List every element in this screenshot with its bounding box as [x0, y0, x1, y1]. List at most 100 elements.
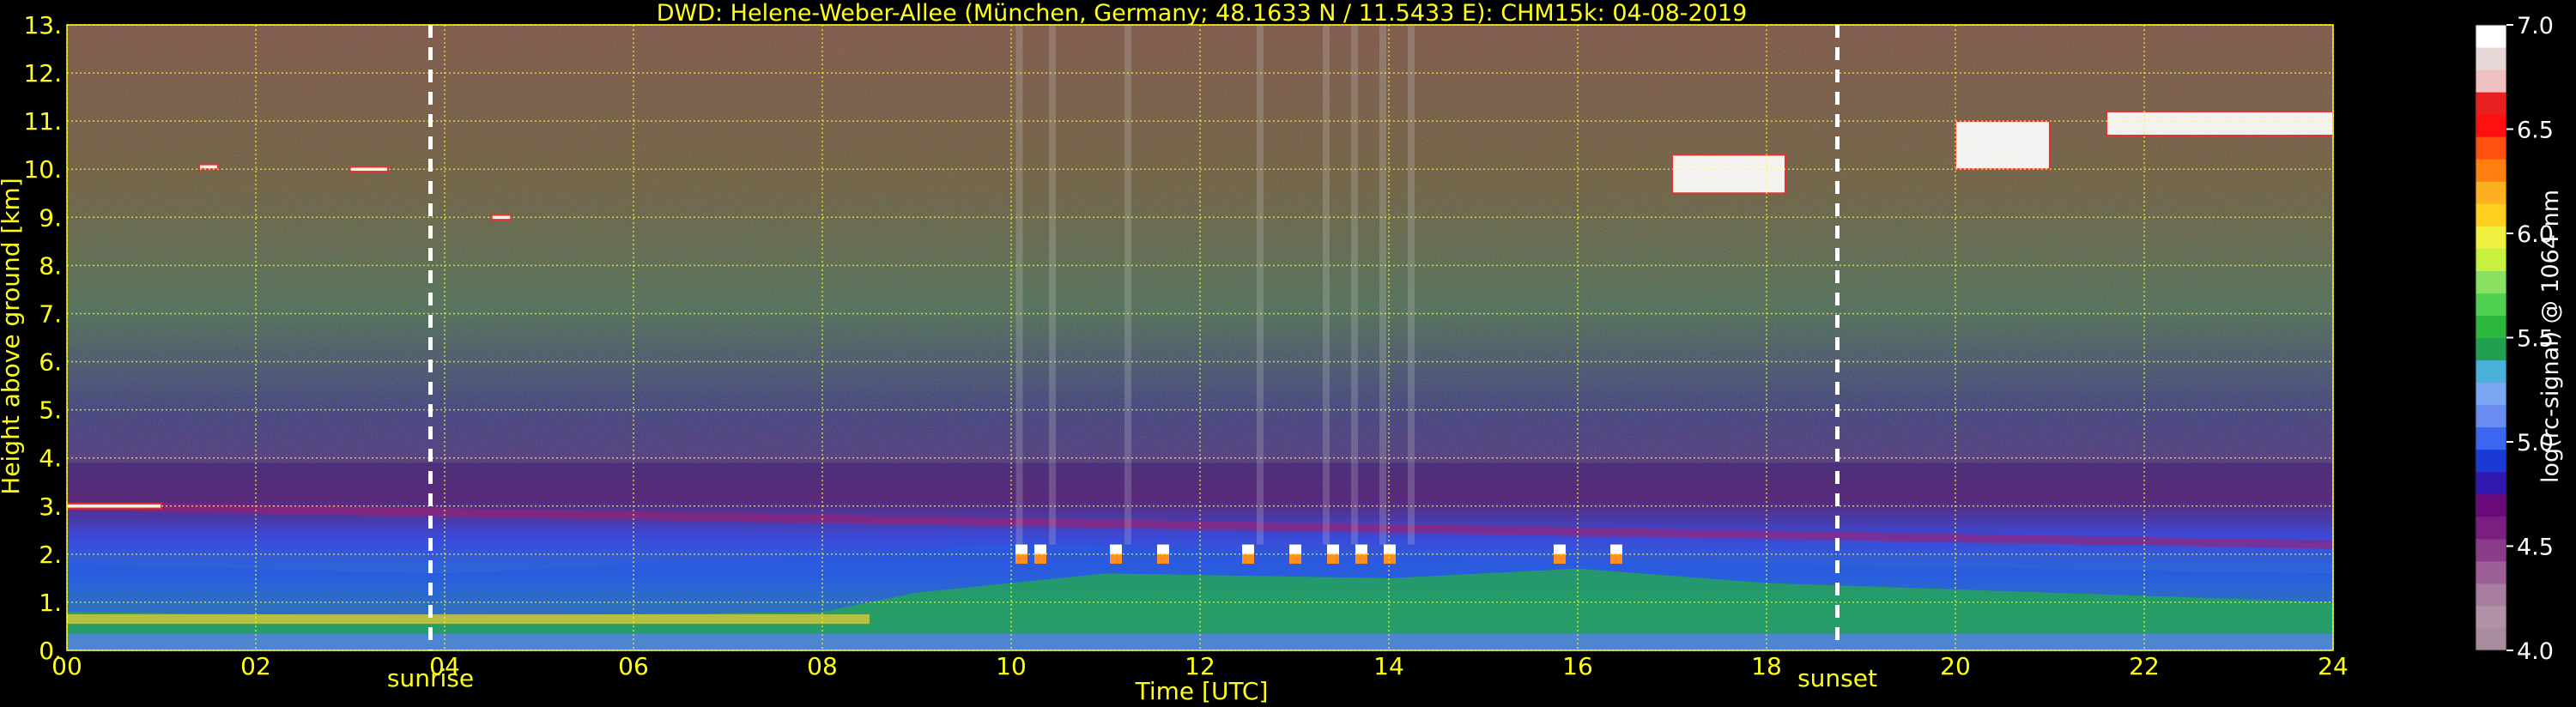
- y-tick-label: 12.: [23, 59, 62, 88]
- streak-3: [1257, 25, 1264, 545]
- x-tick-label: 16: [1562, 652, 1593, 680]
- colorbar-segment: [2476, 248, 2506, 271]
- x-tick-label: 06: [618, 652, 649, 680]
- cloud-patch-1: [198, 163, 219, 171]
- cloud-base-5: [1289, 553, 1301, 565]
- colorbar-segment: [2476, 92, 2506, 115]
- colorbar-segment: [2476, 293, 2506, 316]
- cloud-base-7: [1355, 553, 1367, 565]
- y-tick-label: 10.: [23, 155, 62, 184]
- cloud-base-8: [1384, 553, 1396, 565]
- chart-title: DWD: Helene-Weber-Allee (München, German…: [657, 0, 1748, 27]
- cloud-top-7: [1355, 544, 1367, 554]
- colorbar-segment: [2476, 426, 2506, 450]
- x-tick-label: 20: [1940, 652, 1971, 680]
- colorbar-segment: [2476, 404, 2506, 428]
- cloud-top-1: [1034, 544, 1046, 554]
- x-tick-label: 00: [52, 652, 82, 680]
- colorbar-segment: [2476, 449, 2506, 473]
- cloud-base-1: [1034, 553, 1046, 565]
- cloud-base-3: [1157, 553, 1169, 565]
- x-tick-label: 02: [240, 652, 271, 680]
- y-tick-label: 8.: [39, 251, 62, 280]
- colorbar-segment: [2476, 538, 2506, 562]
- colorbar-segment: [2476, 337, 2506, 361]
- cloud-top-4: [1242, 544, 1254, 554]
- colorbar-segment: [2476, 493, 2506, 517]
- cloud-base-4: [1242, 553, 1254, 565]
- y-tick-label: 4.: [39, 444, 62, 473]
- x-tick-label: 10: [996, 652, 1027, 680]
- strong-signal-band: [67, 613, 870, 625]
- colorbar-tick-label: 4.5: [2517, 535, 2554, 561]
- cloud-top-6: [1327, 544, 1339, 554]
- colorbar: [2475, 24, 2507, 651]
- colorbar-tick-label: 7.0: [2517, 13, 2554, 39]
- colorbar-segment: [2476, 181, 2506, 204]
- colorbar-segment: [2476, 471, 2506, 495]
- colorbar-segment: [2476, 47, 2506, 70]
- streak-5: [1351, 25, 1358, 545]
- cloud-base-6: [1327, 553, 1339, 565]
- y-tick-label: 3.: [39, 492, 62, 521]
- colorbar-segment: [2476, 382, 2506, 406]
- cloud-top-3: [1157, 544, 1169, 554]
- lidar-chart: DWD: Helene-Weber-Allee (München, German…: [0, 0, 2576, 707]
- cloud-patch-6: [2106, 110, 2334, 136]
- colorbar-segment: [2476, 203, 2506, 227]
- y-tick-label: 5.: [39, 396, 62, 425]
- colorbar-segment: [2476, 136, 2506, 160]
- colorbar-segment: [2476, 159, 2506, 182]
- x-tick-label: 04: [429, 652, 460, 680]
- colorbar-segment: [2476, 360, 2506, 384]
- streak-1: [1049, 25, 1056, 545]
- streak-6: [1379, 25, 1386, 545]
- colorbar-segment: [2476, 114, 2506, 137]
- cloud-top-0: [1015, 544, 1027, 554]
- streak-2: [1124, 25, 1131, 545]
- streak-4: [1323, 25, 1330, 545]
- y-tick-label: 2.: [39, 541, 62, 569]
- colorbar-segment: [2476, 315, 2506, 338]
- y-tick-label: 9.: [39, 203, 62, 232]
- colorbar-segment: [2476, 25, 2506, 48]
- colorbar-segment: [2476, 270, 2506, 293]
- cloud-patch-5: [1955, 120, 2051, 171]
- cloud-top-5: [1289, 544, 1301, 554]
- cloud-base-2: [1110, 553, 1122, 565]
- colorbar-segment: [2476, 516, 2506, 540]
- x-tick-label: 24: [2318, 652, 2349, 680]
- streak-7: [1408, 25, 1415, 545]
- y-axis-label: Height above ground [km]: [0, 178, 25, 495]
- cloud-top-8: [1384, 544, 1396, 554]
- colorbar-segment: [2476, 226, 2506, 249]
- colorbar-label: log(rc-signal) @ 1064 nm: [2537, 190, 2564, 483]
- x-axis-label: Time [UTC]: [1135, 677, 1269, 705]
- y-tick-label: 6.: [39, 348, 62, 377]
- y-tick-label: 11.: [23, 107, 62, 136]
- cloud-top-2: [1110, 544, 1122, 554]
- y-tick-label: 13.: [23, 11, 62, 39]
- colorbar-segment: [2476, 627, 2506, 651]
- cloud-base-10: [1610, 553, 1622, 565]
- y-tick-label: 7.: [39, 299, 62, 328]
- plot-area: [66, 25, 2334, 650]
- sunset-label: sunset: [1797, 664, 1877, 692]
- cloud-top-10: [1610, 544, 1622, 554]
- colorbar-segment: [2476, 583, 2506, 607]
- cloud-top-9: [1554, 544, 1566, 554]
- streak-0: [1015, 25, 1023, 545]
- y-tick-label: 1.: [39, 589, 62, 617]
- cloud-base-0: [1015, 553, 1027, 565]
- x-tick-label: 22: [2129, 652, 2160, 680]
- x-tick-label: 18: [1751, 652, 1782, 680]
- colorbar-tick-label: 6.5: [2517, 118, 2554, 144]
- x-tick-label: 14: [1373, 652, 1404, 680]
- x-tick-label: 08: [807, 652, 838, 680]
- colorbar-tick-label: 4.0: [2517, 638, 2554, 665]
- colorbar-segment: [2476, 605, 2506, 629]
- cloud-patch-4: [1671, 154, 1786, 195]
- cloud-base-9: [1554, 553, 1566, 565]
- colorbar-segment: [2476, 560, 2506, 584]
- colorbar-segment: [2476, 69, 2506, 93]
